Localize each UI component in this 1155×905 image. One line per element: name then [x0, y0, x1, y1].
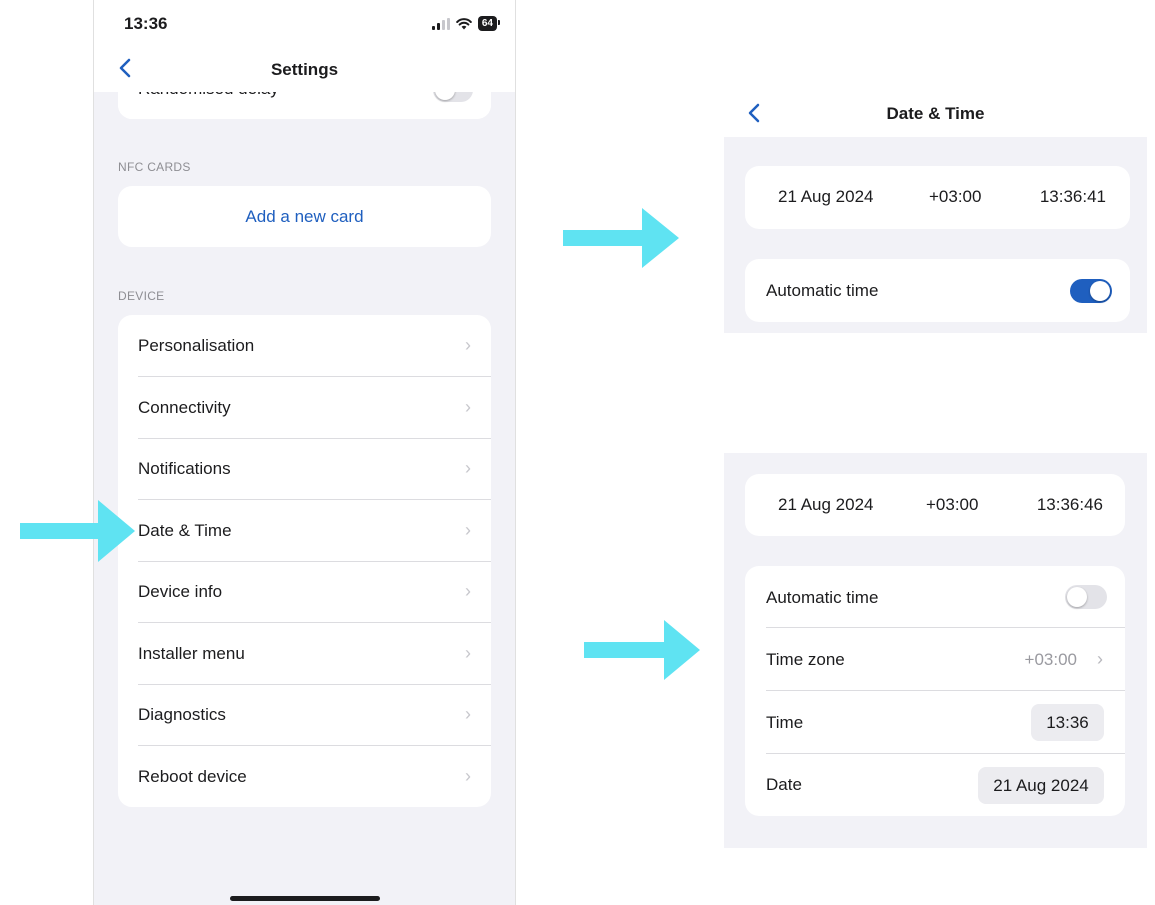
- chevron-right-icon: ›: [1097, 649, 1103, 669]
- time-zone-row[interactable]: Time zone +03:00 ›: [745, 628, 1125, 691]
- automatic-time-row[interactable]: Automatic time: [745, 259, 1130, 322]
- status-time: 13:36: [124, 14, 168, 33]
- current-date: 21 Aug 2024: [778, 187, 874, 206]
- battery-icon: 64: [477, 16, 501, 31]
- chevron-right-icon: ›: [465, 766, 471, 786]
- settings-item-reboot-device[interactable]: Reboot device ›: [118, 746, 491, 808]
- status-icons: 64: [431, 16, 501, 31]
- date-time-header: Date & Time: [724, 93, 1147, 137]
- time-row: Time 13:36: [745, 691, 1125, 754]
- automatic-time-row[interactable]: Automatic time: [745, 566, 1125, 628]
- current-time: 13:36:41: [1039, 187, 1106, 206]
- automatic-time-label: Automatic time: [766, 588, 879, 607]
- automatic-time-toggle[interactable]: [1065, 585, 1107, 609]
- settings-item-date-time[interactable]: Date & Time ›: [118, 500, 491, 562]
- settings-item-installer-menu[interactable]: Installer menu ›: [118, 623, 491, 685]
- wifi-icon: [456, 17, 472, 29]
- settings-item-notifications[interactable]: Notifications ›: [118, 438, 491, 500]
- add-card-button[interactable]: Add a new card: [118, 186, 491, 247]
- item-label: Diagnostics: [138, 705, 226, 724]
- item-label: Reboot device: [138, 767, 247, 786]
- chevron-right-icon: ›: [465, 335, 471, 355]
- item-label: Date & Time: [138, 521, 232, 540]
- item-label: Installer menu: [138, 644, 245, 663]
- chevron-right-icon: ›: [465, 581, 471, 601]
- nfc-section-label: NFC CARDS: [118, 160, 191, 174]
- time-label: Time: [766, 713, 804, 732]
- randomised-delay-text: Randomised delay: [138, 92, 279, 99]
- home-indicator[interactable]: [230, 896, 380, 901]
- settings-item-device-info[interactable]: Device info ›: [118, 561, 491, 623]
- item-label: Device info: [138, 582, 223, 601]
- time-picker[interactable]: 13:36: [1031, 704, 1104, 741]
- time-zone-value: +03:00: [1024, 650, 1077, 669]
- current-date: 21 Aug 2024: [778, 495, 874, 514]
- item-label: Personalisation: [138, 336, 255, 355]
- date-picker[interactable]: 21 Aug 2024: [978, 767, 1104, 804]
- arrow-right-icon: [20, 500, 135, 562]
- add-card-label: Add a new card: [245, 206, 364, 226]
- current-datetime-card: 21 Aug 2024 +03:00 13:36:41: [745, 166, 1130, 229]
- settings-screen: 13:36 64 Settings Randomised delay 13:36: [93, 0, 516, 905]
- device-list: Personalisation › Connectivity › Notific…: [118, 315, 491, 807]
- randomised-delay-switch[interactable]: [433, 92, 473, 102]
- device-section-label: DEVICE: [118, 289, 165, 303]
- automatic-time-label: Automatic time: [766, 281, 879, 300]
- date-time-panel-manual: 21 Aug 2024 +03:00 13:36:46 Automatic ti…: [724, 453, 1147, 848]
- current-datetime-card: 21 Aug 2024 +03:00 13:36:46: [745, 474, 1125, 536]
- arrow-right-icon: [563, 208, 679, 268]
- automatic-time-toggle[interactable]: [1070, 279, 1112, 303]
- date-time-panel-auto: 21 Aug 2024 +03:00 13:36:41 Automatic ti…: [724, 137, 1147, 333]
- arrow-right-icon: [584, 620, 700, 680]
- chevron-right-icon: ›: [465, 458, 471, 478]
- settings-item-personalisation[interactable]: Personalisation ›: [118, 315, 491, 377]
- time-zone-label: Time zone: [766, 650, 845, 669]
- current-offset: +03:00: [926, 495, 979, 514]
- chevron-right-icon: ›: [465, 397, 471, 417]
- chevron-right-icon: ›: [465, 704, 471, 724]
- current-time: 13:36:46: [1036, 495, 1103, 514]
- date-label: Date: [766, 775, 802, 794]
- manual-time-settings: Automatic time Time zone +03:00 › Time 1…: [745, 566, 1125, 816]
- signal-icon: [431, 17, 450, 30]
- chevron-right-icon: ›: [465, 643, 471, 663]
- randomised-delay-row-visible[interactable]: Randomised delay: [118, 92, 491, 119]
- settings-item-diagnostics[interactable]: Diagnostics ›: [118, 684, 491, 746]
- item-label: Notifications: [138, 459, 231, 478]
- date-time-title: Date & Time: [886, 104, 985, 123]
- settings-item-connectivity[interactable]: Connectivity ›: [118, 377, 491, 439]
- date-row: Date 21 Aug 2024: [745, 754, 1125, 816]
- chevron-right-icon: ›: [465, 520, 471, 540]
- item-label: Connectivity: [138, 398, 231, 417]
- current-offset: +03:00: [929, 187, 982, 206]
